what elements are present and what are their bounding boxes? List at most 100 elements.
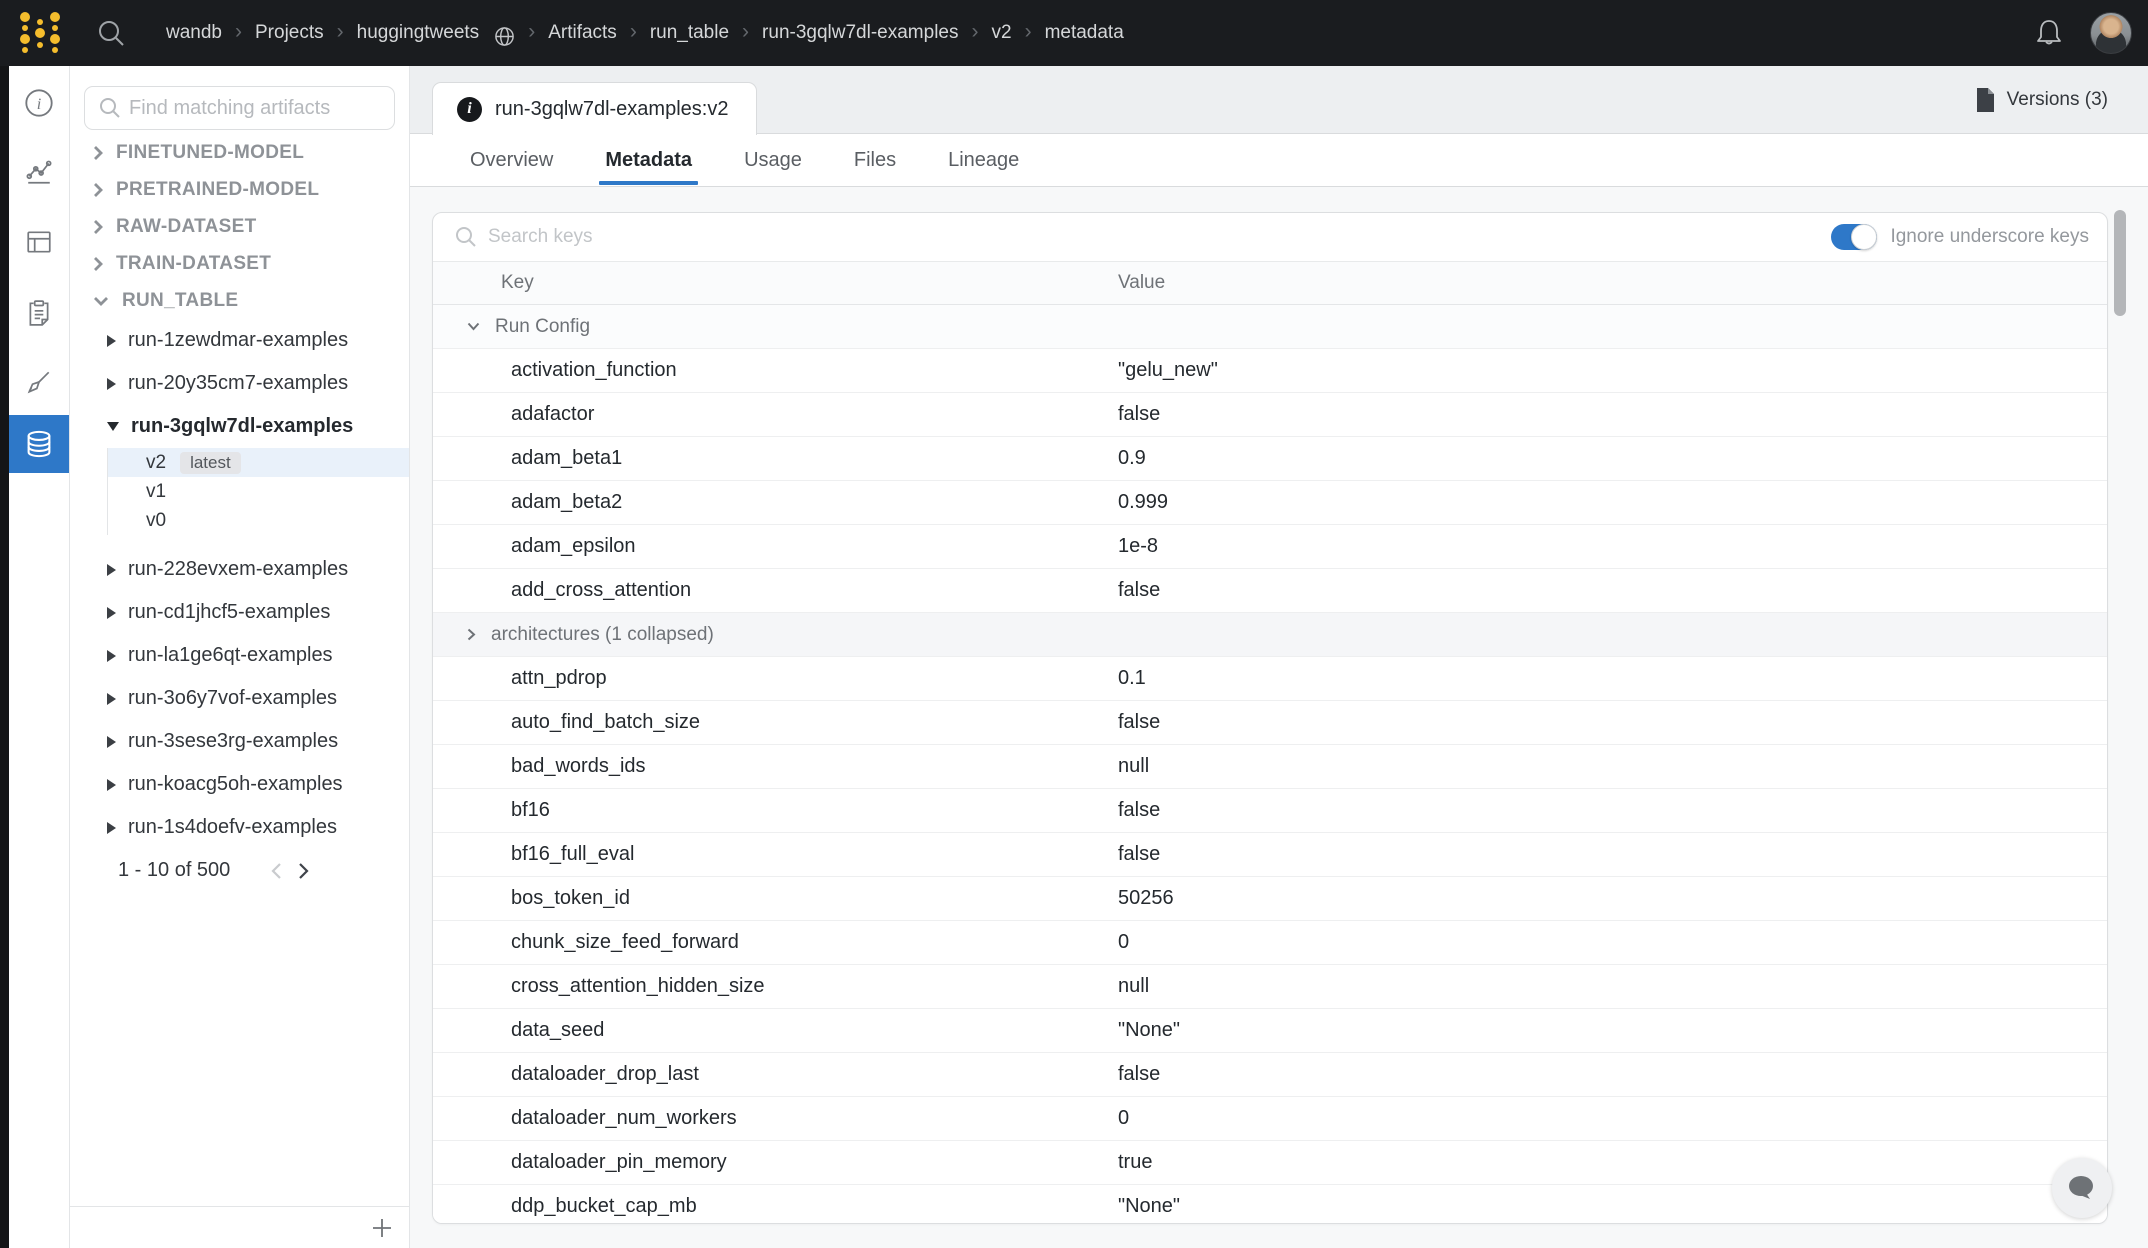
version-item-v1[interactable]: v1	[108, 477, 409, 506]
artifact-search-box	[84, 86, 395, 130]
artifacts-database-icon[interactable]	[9, 415, 69, 473]
breadcrumb-item-wandb[interactable]: wandb	[166, 22, 222, 44]
artifacts-sidebar: FINETUNED-MODEL PRETRAINED-MODEL RAW-DAT…	[70, 66, 410, 1248]
table-row: chunk_size_feed_forward 0	[433, 921, 2107, 965]
sweeps-icon[interactable]	[9, 358, 69, 406]
tree-run-item[interactable]: run-la1ge6qt-examples	[70, 634, 409, 677]
key-cell: adam_epsilon	[511, 535, 636, 558]
artifact-tree: FINETUNED-MODEL PRETRAINED-MODEL RAW-DAT…	[70, 134, 409, 892]
artifact-tab-strip: i run-3gqlw7dl-examples:v2 Versions (3)	[410, 66, 2148, 134]
reports-icon[interactable]	[9, 289, 69, 337]
value-cell: false	[1118, 579, 2107, 602]
run-label: run-la1ge6qt-examples	[128, 644, 333, 667]
user-avatar[interactable]	[2090, 12, 2132, 54]
table-row: adam_epsilon 1e-8	[433, 525, 2107, 569]
sidebar-category-finetuned-model[interactable]: FINETUNED-MODEL	[70, 134, 409, 171]
tables-icon[interactable]	[9, 218, 69, 266]
tree-run-item-active[interactable]: run-3gqlw7dl-examples	[70, 405, 409, 448]
scrollbar-thumb[interactable]	[2114, 210, 2126, 316]
key-cell: bf16_full_eval	[511, 843, 634, 866]
chevron-down-icon	[93, 296, 109, 306]
run-label: run-20y35cm7-examples	[128, 372, 348, 395]
run-label: run-koacg5oh-examples	[128, 773, 343, 796]
breadcrumb-item-page[interactable]: metadata	[1045, 22, 1124, 44]
metadata-content: Ignore underscore keys Key Value Run Con…	[410, 187, 2148, 1248]
globe-icon	[494, 26, 515, 47]
table-row: bf16 false	[433, 789, 2107, 833]
tree-run-item[interactable]: run-cd1jhcf5-examples	[70, 591, 409, 634]
tree-run-item[interactable]: run-koacg5oh-examples	[70, 763, 409, 806]
value-cell: false	[1118, 1063, 2107, 1086]
toggle-knob	[1851, 224, 1877, 250]
tree-run-item[interactable]: run-1s4doefv-examples	[70, 806, 409, 849]
add-artifact-button[interactable]	[371, 1217, 393, 1239]
tab-files[interactable]: Files	[854, 134, 896, 186]
run-label: run-1zewdmar-examples	[128, 329, 348, 352]
key-column-header: Key	[433, 272, 1118, 294]
table-group-row-architectures[interactable]: architectures (1 collapsed)	[433, 613, 2107, 657]
info-icon: i	[457, 97, 482, 122]
key-cell: chunk_size_feed_forward	[511, 931, 739, 954]
value-cell: 0.1	[1118, 667, 2107, 690]
tab-lineage[interactable]: Lineage	[948, 134, 1019, 186]
pagination-next-button[interactable]	[290, 862, 318, 880]
category-label: RUN_TABLE	[122, 290, 238, 312]
chat-support-button[interactable]	[2052, 1158, 2112, 1218]
value-cell: "None"	[1118, 1195, 2107, 1218]
overview-info-icon[interactable]: i	[9, 79, 69, 127]
tab-metadata[interactable]: Metadata	[605, 134, 692, 186]
group-label: Run Config	[495, 316, 590, 338]
metadata-card: Ignore underscore keys Key Value Run Con…	[432, 212, 2108, 1224]
tab-overview[interactable]: Overview	[470, 134, 553, 186]
breadcrumb-item-version[interactable]: v2	[991, 22, 1011, 44]
breadcrumb-item-artifact[interactable]: run-3gqlw7dl-examples	[762, 22, 958, 44]
tree-run-item[interactable]: run-228evxem-examples	[70, 548, 409, 591]
search-icon	[99, 97, 121, 119]
breadcrumb-item-type[interactable]: run_table	[650, 22, 729, 44]
table-row: bad_words_ids null	[433, 745, 2107, 789]
triangle-right-icon	[107, 378, 116, 390]
sidebar-category-raw-dataset[interactable]: RAW-DATASET	[70, 208, 409, 245]
versions-button[interactable]: Versions (3)	[1975, 80, 2108, 120]
triangle-right-icon	[107, 564, 116, 576]
value-cell: null	[1118, 975, 2107, 998]
sidebar-category-train-dataset[interactable]: TRAIN-DATASET	[70, 245, 409, 282]
wandb-logo-icon[interactable]	[18, 8, 62, 58]
version-item-v0[interactable]: v0	[108, 506, 409, 535]
triangle-right-icon	[107, 335, 116, 347]
tree-run-item[interactable]: run-20y35cm7-examples	[70, 362, 409, 405]
breadcrumb-item-projects[interactable]: Projects	[255, 22, 324, 44]
sidebar-category-pretrained-model[interactable]: PRETRAINED-MODEL	[70, 171, 409, 208]
tree-run-item[interactable]: run-3o6y7vof-examples	[70, 677, 409, 720]
key-cell: bf16	[511, 799, 550, 822]
key-cell: add_cross_attention	[511, 579, 691, 602]
breadcrumb-item-artifacts[interactable]: Artifacts	[548, 22, 617, 44]
value-cell: false	[1118, 711, 2107, 734]
pagination-prev-button[interactable]	[262, 862, 290, 880]
breadcrumb-separator: ›	[971, 20, 978, 44]
sidebar-footer	[70, 1206, 409, 1248]
tree-run-item[interactable]: run-3sese3rg-examples	[70, 720, 409, 763]
search-icon[interactable]	[96, 18, 126, 48]
table-group-row-run-config[interactable]: Run Config	[433, 305, 2107, 349]
sidebar-category-run-table[interactable]: RUN_TABLE	[70, 282, 409, 319]
breadcrumb-item-project[interactable]: huggingtweets	[357, 22, 480, 44]
value-cell: 0	[1118, 931, 2107, 954]
bell-icon[interactable]	[2034, 17, 2064, 49]
charts-icon[interactable]	[9, 148, 69, 196]
value-cell: "None"	[1118, 1019, 2107, 1042]
tab-usage[interactable]: Usage	[744, 134, 802, 186]
table-row: attn_pdrop 0.1	[433, 657, 2107, 701]
artifact-search-input[interactable]	[129, 97, 384, 120]
key-cell: adam_beta2	[511, 491, 622, 514]
document-icon	[1975, 87, 1996, 113]
table-row: adam_beta1 0.9	[433, 437, 2107, 481]
table-header: Key Value	[433, 261, 2107, 305]
version-label: v2	[146, 452, 166, 474]
tree-run-item[interactable]: run-1zewdmar-examples	[70, 319, 409, 362]
version-item-v2[interactable]: v2 latest	[108, 448, 409, 477]
ignore-underscore-toggle[interactable]	[1831, 224, 1877, 250]
screen-edge-strip	[0, 66, 9, 1248]
artifact-version-tab[interactable]: i run-3gqlw7dl-examples:v2	[432, 82, 757, 135]
search-keys-input[interactable]	[488, 226, 1831, 248]
